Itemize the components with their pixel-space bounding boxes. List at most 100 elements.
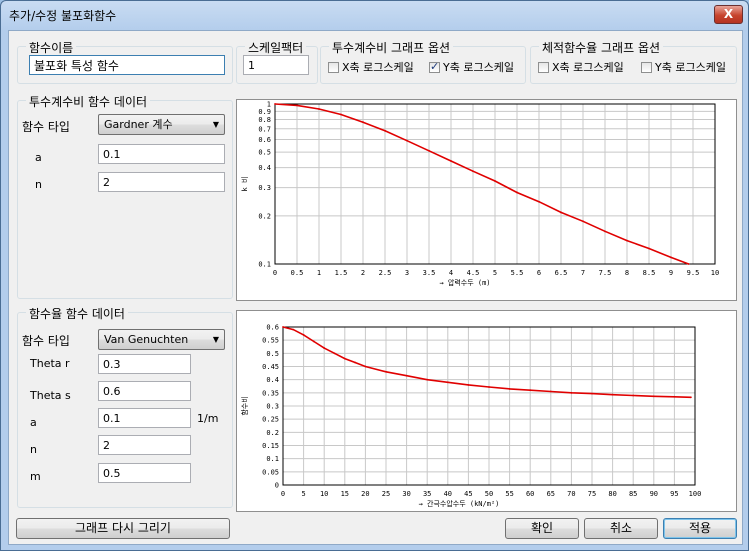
x-tick-label: 2.5 <box>379 269 392 277</box>
y-axis-label: 함수비 <box>240 396 249 415</box>
data-point <box>538 200 540 203</box>
vol-type-value: Van Genuchten <box>104 333 189 346</box>
data-point <box>282 326 284 328</box>
y-tick-label: 0.3 <box>258 184 271 192</box>
perm-y-log-box[interactable] <box>429 60 440 73</box>
x-tick-label: 3.5 <box>423 269 436 277</box>
dialog-window: 추가/수정 불포화함수 X 함수이름 불포화 특성 함수 스케일팩터 1 투수계… <box>0 0 749 551</box>
func-name-group: 함수이름 불포화 특성 함수 <box>17 39 233 84</box>
x-tick-label: 6 <box>537 269 541 277</box>
data-point <box>670 256 672 259</box>
apply-button[interactable]: 적용 <box>663 518 737 539</box>
x-tick-label: 85 <box>629 490 637 498</box>
data-point <box>673 395 676 398</box>
perm-y-log-checkbox[interactable]: Y축 로그스케일 <box>429 59 514 75</box>
perm-x-log-box[interactable] <box>328 61 339 73</box>
vol-param-n-input[interactable]: 2 <box>98 435 191 455</box>
data-point <box>582 220 584 223</box>
x-tick-label: 0 <box>281 490 285 498</box>
x-tick-label: 5 <box>493 269 497 277</box>
vol-y-log-box[interactable] <box>641 61 652 73</box>
vol-y-log-checkbox[interactable]: Y축 로그스케일 <box>641 59 726 75</box>
x-tick-label: 65 <box>547 490 555 498</box>
chevron-down-icon: ▼ <box>212 120 219 129</box>
x-tick-label: 100 <box>689 490 702 498</box>
scale-group: 스케일팩터 1 <box>236 39 318 84</box>
x-tick-label: 15 <box>341 490 349 498</box>
x-tick-label: 6.5 <box>555 269 568 277</box>
func-name-input[interactable]: 불포화 특성 함수 <box>29 55 225 75</box>
x-tick-label: 25 <box>382 490 390 498</box>
data-point <box>323 347 326 349</box>
x-tick-label: 75 <box>588 490 596 498</box>
vol-graph-options-label: 체적함수율 그래프 옵션 <box>539 39 664 56</box>
data-point <box>302 334 305 336</box>
x-tick-label: 80 <box>608 490 616 498</box>
vol-param-theta-r-input[interactable]: 0.3 <box>98 354 191 374</box>
data-point <box>632 394 635 397</box>
x-tick-label: 70 <box>567 490 575 498</box>
x-axis-label: → 간극수압수두 (kN/m²) <box>419 499 500 508</box>
y-tick-label: 0.7 <box>258 125 271 133</box>
x-tick-label: 4 <box>449 269 453 277</box>
vol-type-select[interactable]: Van Genuchten ▼ <box>98 329 225 350</box>
data-point <box>529 389 532 392</box>
data-point <box>292 328 295 331</box>
close-button[interactable]: X <box>714 5 743 24</box>
data-point <box>472 170 474 173</box>
data-point <box>687 263 690 265</box>
x-tick-label: 10 <box>320 490 328 498</box>
vol-graph-options-group: 체적함수율 그래프 옵션 X축 로그스케일 Y축 로그스케일 <box>530 39 737 84</box>
y-tick-label: 0.8 <box>258 116 271 124</box>
y-tick-label: 0.4 <box>258 164 271 172</box>
chevron-down-icon: ▼ <box>212 335 219 344</box>
data-point <box>626 239 628 242</box>
scale-input[interactable]: 1 <box>243 55 309 75</box>
vol-param-theta-s-input[interactable]: 0.6 <box>98 381 191 401</box>
y-tick-label: 0.05 <box>262 468 279 476</box>
y-tick-label: 0.55 <box>262 337 279 345</box>
perm-chart-panel: 0 0.5 1 1.5 2 2.5 3 3.5 4 4.5 5 5.5 6 6.5 7 7.5 8 8.5 9 9.5… <box>236 99 737 301</box>
x-tick-label: 40 <box>444 490 452 498</box>
func-name-group-label: 함수이름 <box>26 39 77 56</box>
perm-graph-options-group: 투수계수비 그래프 옵션 X축 로그스케일 Y축 로그스케일 <box>320 39 526 84</box>
redraw-graph-button[interactable]: 그래프 다시 그리기 <box>16 518 230 539</box>
vol-param-a-input[interactable]: 0.1 <box>98 408 191 428</box>
window-title: 추가/수정 불포화함수 <box>9 9 117 23</box>
perm-param-n-label: n <box>35 178 42 191</box>
data-point <box>549 390 552 393</box>
perm-param-a-input[interactable]: 0.1 <box>98 144 225 164</box>
data-point <box>385 370 387 373</box>
cancel-button[interactable]: 취소 <box>584 518 658 539</box>
perm-x-log-checkbox[interactable]: X축 로그스케일 <box>328 59 414 75</box>
data-point <box>274 103 276 105</box>
x-tick-label: 50 <box>485 490 493 498</box>
vol-x-log-checkbox[interactable]: X축 로그스케일 <box>538 59 624 75</box>
scale-group-label: 스케일팩터 <box>245 39 307 56</box>
vol-param-m-input[interactable]: 0.5 <box>98 463 191 483</box>
ok-button[interactable]: 확인 <box>505 518 579 539</box>
perm-param-n-input[interactable]: 2 <box>98 172 225 192</box>
vol-chart-panel: 0 5 10 15 20 25 30 35 40 45 50 55 60 65 70 75 80 85 90 95 10… <box>236 310 737 512</box>
vol-param-a-label: a <box>30 416 37 429</box>
data-point <box>333 352 336 355</box>
x-tick-label: 95 <box>670 490 678 498</box>
vol-type-label: 함수 타입 <box>22 334 70 348</box>
x-tick-label: 2 <box>361 269 365 277</box>
x-tick-label: 4.5 <box>467 269 480 277</box>
data-point <box>318 108 320 110</box>
data-point <box>384 129 386 132</box>
data-point <box>488 386 490 388</box>
x-tick-label: 7 <box>581 269 585 277</box>
data-point <box>689 396 692 399</box>
perm-type-select[interactable]: Gardner 계수 ▼ <box>98 114 225 135</box>
data-point <box>450 160 452 162</box>
vol-data-group-label: 함수율 함수 데이터 <box>26 305 128 322</box>
y-tick-label: 0.6 <box>258 136 271 144</box>
y-tick-label: 0.5 <box>266 350 279 358</box>
x-tick-label: 0 <box>273 269 277 277</box>
x-tick-label: 60 <box>526 490 534 498</box>
perm-ratio-chart: 0 0.5 1 1.5 2 2.5 3 3.5 4 4.5 5 5.5 6 6.5 7 7.5 8 8.5 9 9.5… <box>240 101 719 288</box>
vol-x-log-box[interactable] <box>538 61 549 73</box>
data-point <box>426 378 429 381</box>
